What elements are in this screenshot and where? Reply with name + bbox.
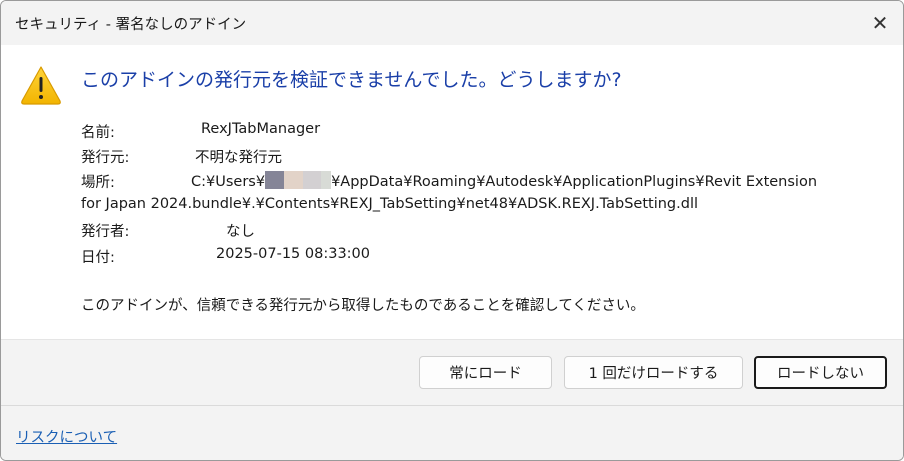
redacted-block — [265, 171, 285, 189]
redacted-block — [284, 171, 304, 189]
security-dialog: セキュリティ - 署名なしのアドイン ✕ このアドインの発行元を検証できませんで… — [0, 0, 904, 461]
redacted-block — [321, 171, 332, 189]
close-button[interactable]: ✕ — [857, 1, 903, 45]
publisher-label: 発行元: — [81, 150, 130, 166]
location-value: C:¥Users¥ ¥AppData¥Roaming¥Autodesk¥Appli… — [191, 171, 817, 190]
risk-info-link[interactable]: リスクについて — [16, 426, 117, 447]
title-bar: セキュリティ - 署名なしのアドイン ✕ — [1, 1, 903, 45]
name-value: RexJTabManager — [201, 121, 321, 137]
load-once-button[interactable]: 1 回だけロードする — [564, 356, 743, 389]
confirm-text: このアドインが、信頼できる発行元から取得したものであることを確認してください。 — [81, 298, 645, 314]
warning-icon — [21, 66, 61, 105]
redacted-block — [303, 171, 322, 189]
do-not-load-button[interactable]: ロードしない — [754, 356, 887, 389]
date-label: 日付: — [81, 250, 115, 266]
name-label: 名前: — [81, 125, 115, 141]
location-label: 場所: — [81, 175, 115, 191]
date-value: 2025-07-15 08:33:00 — [216, 246, 370, 262]
issuer-value: なし — [226, 224, 255, 240]
window-title: セキュリティ - 署名なしのアドイン — [15, 17, 247, 33]
publisher-value: 不明な発行元 — [195, 150, 282, 166]
dialog-heading: このアドインの発行元を検証できませんでした。どうしますか? — [81, 69, 622, 91]
location-suffix: ¥AppData¥Roaming¥Autodesk¥ApplicationPlu… — [331, 174, 818, 190]
location-line2: for Japan 2024.bundle¥.¥Contents¥REXJ_Ta… — [81, 196, 699, 212]
always-load-button[interactable]: 常にロード — [419, 356, 552, 389]
location-prefix: C:¥Users¥ — [191, 174, 266, 190]
button-bar: 常にロード 1 回だけロードする ロードしない — [1, 339, 903, 405]
footer: リスクについて — [1, 405, 903, 460]
issuer-label: 発行者: — [81, 224, 130, 240]
